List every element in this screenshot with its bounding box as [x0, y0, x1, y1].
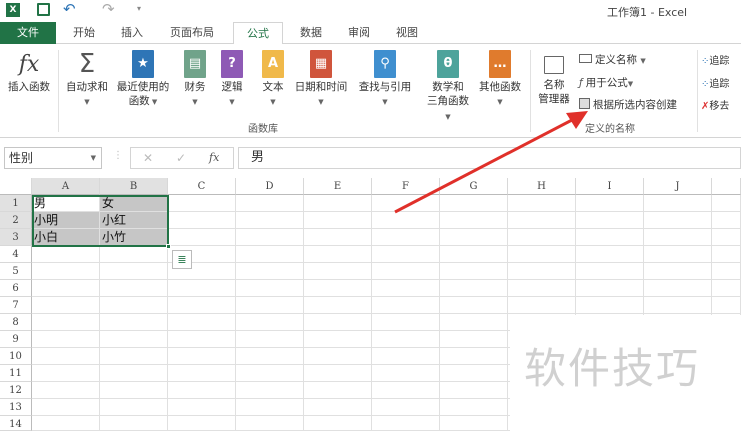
annotation-arrow [394, 111, 588, 214]
arrow-shaft [394, 118, 573, 214]
